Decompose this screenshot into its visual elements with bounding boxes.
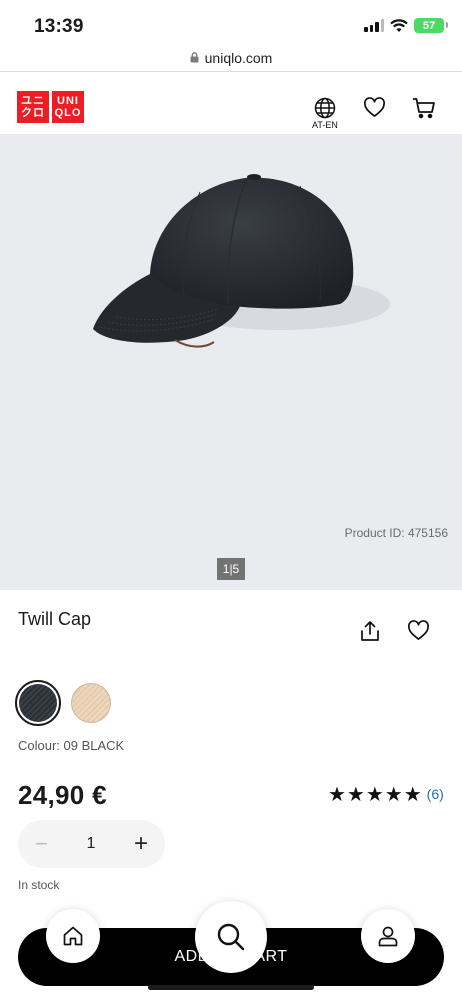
search-button[interactable]: [195, 901, 267, 973]
globe-icon: [314, 97, 336, 119]
logo-katakana: ユニ クロ: [17, 91, 49, 123]
decrease-quantity-button[interactable]: −: [35, 831, 48, 857]
stock-status: In stock: [18, 878, 60, 892]
logo-latin: UNI QLO: [52, 91, 84, 123]
product-price: 24,90 €: [18, 780, 107, 810]
lock-icon: [190, 52, 199, 63]
product-name: Twill Cap: [18, 609, 92, 629]
logo-katakana-bottom: クロ: [21, 107, 45, 119]
status-icons: 57: [364, 18, 448, 33]
rating-stars: ★★★★★: [328, 782, 423, 806]
review-count-link[interactable]: (6): [427, 786, 444, 802]
account-button[interactable]: [361, 909, 415, 963]
selected-colour-label: Colour: 09 BLACK: [18, 738, 125, 753]
share-icon: [361, 621, 379, 641]
logo-katakana-top: ユニ: [21, 95, 45, 107]
logo-latin-top: UNI: [57, 95, 79, 107]
swatch-beige-fill: [71, 683, 111, 723]
cart-button[interactable]: [412, 97, 436, 119]
swatch-black[interactable]: [15, 680, 61, 726]
home-indicator: [148, 985, 314, 990]
logo-latin-bottom: QLO: [54, 107, 82, 119]
url-text: uniqlo.com: [204, 49, 273, 66]
wifi-icon: [390, 18, 408, 32]
uniqlo-logo[interactable]: ユニ クロ UNI QLO: [17, 91, 84, 123]
swatch-black-fill: [19, 684, 57, 722]
quantity-value[interactable]: 1: [86, 835, 95, 853]
product-image[interactable]: Product ID: 475156 1|5: [0, 134, 462, 590]
site-header: ユニ クロ UNI QLO AT-EN: [0, 72, 462, 134]
wishlist-button[interactable]: [363, 97, 386, 118]
user-icon: [378, 926, 398, 947]
quantity-stepper: − 1 +: [18, 820, 165, 868]
product-id: Product ID: 475156: [344, 526, 448, 540]
image-pager: 1|5: [217, 558, 245, 580]
heart-icon: [408, 620, 429, 640]
battery-icon: 57: [414, 18, 448, 33]
search-icon: [217, 923, 245, 951]
status-bar: 13:39 57: [0, 0, 462, 44]
home-icon: [63, 926, 83, 946]
language-selector[interactable]: AT-EN: [312, 97, 338, 130]
cap-image: [93, 174, 390, 348]
heart-icon: [364, 97, 385, 117]
signal-icon: [364, 19, 384, 32]
product-rating[interactable]: ★★★★★ (6): [328, 782, 444, 806]
increase-quantity-button[interactable]: +: [134, 830, 148, 858]
language-label: AT-EN: [312, 120, 338, 130]
status-time: 13:39: [34, 16, 84, 37]
battery-level: 57: [422, 19, 436, 32]
colour-swatches: [15, 680, 114, 726]
swatch-beige[interactable]: [68, 680, 114, 726]
browser-url-bar[interactable]: uniqlo.com: [0, 44, 462, 72]
cart-icon: [413, 98, 435, 119]
add-to-wishlist-button[interactable]: [407, 620, 430, 646]
share-button[interactable]: [359, 620, 381, 647]
home-button[interactable]: [46, 909, 100, 963]
